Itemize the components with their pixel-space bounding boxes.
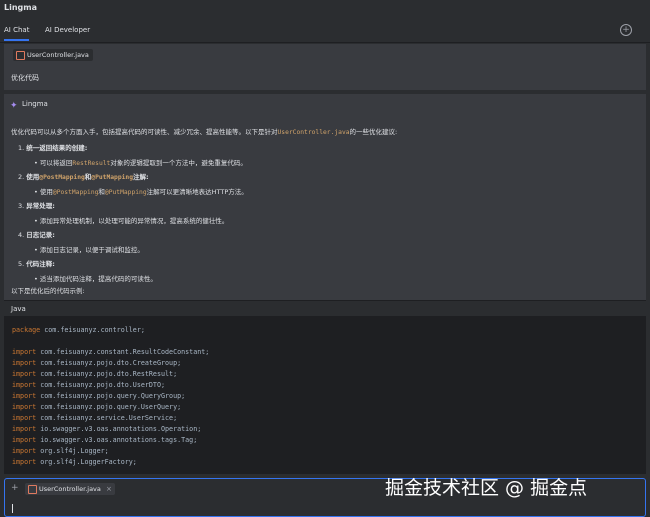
watermark: 掘金技术社区 @ 掘金点 [385, 477, 588, 499]
code-text: com.feisuanyz.pojo.dto.RestResult; [36, 370, 178, 378]
detail-text: 添加异常处理机制，以处理可能的异常情况，提高系统的健壮性。 [39, 217, 229, 225]
list-title: 代码注释: [26, 260, 55, 268]
assistant-outro: 以下是优化后的代码示例: [11, 287, 85, 295]
code-text: com.feisuanyz.pojo.query.UserQuery; [36, 403, 182, 411]
code-line: import com.feisuanyz.constant.ResultCode… [12, 348, 209, 356]
assistant-message-panel: ✦ Lingma 优化代码可以从多个方面入手，包括提高代码的可读性、减少冗余、提高… [4, 94, 646, 300]
code-keyword: import [12, 436, 37, 444]
code-text: org.slf4j.LoggerFactory; [36, 458, 137, 466]
tab-ai-chat[interactable]: AI Chat [4, 26, 30, 41]
list-item-2-title: 2. 使用@PostMapping和@PutMapping注解: [18, 171, 149, 181]
code-line: import io.swagger.v3.oas.annotations.Ope… [12, 425, 201, 433]
code-text: com.feisuanyz.controller; [40, 326, 145, 334]
code-keyword: import [12, 458, 37, 466]
code-keyword: import [12, 370, 37, 378]
list-item-3-title: 3. 异常处理: [18, 200, 55, 210]
detail-code: @PostMapping [52, 189, 99, 196]
code-line: import org.slf4j.LoggerFactory; [12, 458, 137, 466]
list-title: 日志记录: [26, 231, 55, 239]
list-title: 注解: [132, 173, 149, 181]
assistant-header: ✦ Lingma [10, 100, 48, 111]
tab-ai-developer[interactable]: AI Developer [45, 26, 90, 34]
detail-text: 对象的逻辑提取到一个方法中，避免重复代码。 [110, 159, 247, 167]
code-text: io.swagger.v3.oas.annotations.tags.Tag; [36, 436, 198, 444]
intro-code: UserController.java [277, 129, 350, 136]
intro-suffix: 的一些优化建议: [349, 128, 398, 136]
list-num: 3. [18, 202, 25, 210]
code-line: import com.feisuanyz.pojo.query.UserQuer… [12, 403, 181, 411]
list-item-2-detail: • 使用@PostMapping和@PutMapping注解可以更清晰地表达HT… [34, 188, 248, 196]
detail-text: 添加日志记录，以便于调试和监控。 [39, 246, 144, 254]
add-context-plus-icon[interactable]: + [11, 484, 19, 493]
text-caret [12, 504, 13, 513]
detail-text: 适当添加代码注释，提高代码的可读性。 [39, 275, 157, 283]
list-num: 2. [18, 173, 25, 181]
list-num: 5. [18, 260, 25, 268]
tab-bar: AI Chat AI Developer + [0, 20, 650, 43]
intro-text: 优化代码可以从多个方面入手，包括提高代码的可读性、减少冗余、提高性能等。以下是针… [11, 128, 278, 136]
title-bar: Lingma [0, 0, 650, 18]
code-keyword: import [12, 381, 37, 389]
input-file-chip-label: UserController.java [39, 485, 101, 493]
user-message-text: 优化代码 [11, 74, 39, 82]
code-text: io.swagger.v3.oas.annotations.Operation; [36, 425, 202, 433]
user-file-chip-label: UserController.java [27, 51, 89, 59]
list-num: 1. [18, 144, 25, 152]
assistant-name: Lingma [22, 100, 48, 108]
file-icon [16, 51, 25, 60]
detail-code: @PutMapping [104, 189, 147, 196]
code-keyword: import [12, 425, 37, 433]
user-message-panel: UserController.java 优化代码 [4, 44, 646, 90]
list-item-5-title: 5. 代码注释: [18, 258, 55, 268]
code-text: com.feisuanyz.constant.ResultCodeConstan… [36, 348, 210, 356]
code-text: com.feisuanyz.pojo.query.QueryGroup; [36, 392, 186, 400]
code-text: com.feisuanyz.pojo.dto.CreateGroup; [36, 359, 182, 367]
code-line: import com.feisuanyz.pojo.dto.UserDTO; [12, 381, 165, 389]
list-title: 异常处理: [26, 202, 55, 210]
code-line: import org.slf4j.Logger; [12, 447, 109, 455]
code-text: com.feisuanyz.pojo.dto.UserDTO; [36, 381, 166, 389]
code-keyword: import [12, 359, 37, 367]
code-block[interactable]: package com.feisuanyz.controller; import… [4, 316, 646, 474]
code-line: import com.feisuanyz.pojo.dto.CreateGrou… [12, 359, 181, 367]
list-item-5-detail: • 适当添加代码注释，提高代码的可读性。 [34, 275, 157, 283]
list-item-3-detail: • 添加异常处理机制，以处理可能的异常情况，提高系统的健壮性。 [34, 217, 229, 225]
detail-text: 注解可以更清晰地表达HTTP方法。 [146, 188, 248, 196]
list-title-code: @PutMapping [91, 174, 133, 181]
code-text: com.feisuanyz.service.UserService; [36, 414, 178, 422]
list-title: 统一返回结果的创建: [26, 144, 88, 152]
code-line: package com.feisuanyz.controller; [12, 326, 145, 334]
detail-text: 使用 [39, 188, 53, 196]
code-line: import com.feisuanyz.service.UserService… [12, 414, 177, 422]
code-text: org.slf4j.Logger; [36, 447, 109, 455]
code-keyword: package [12, 326, 41, 334]
code-keyword: import [12, 392, 37, 400]
list-num: 4. [18, 231, 25, 239]
remove-chip-icon[interactable]: × [106, 483, 112, 495]
code-line: import com.feisuanyz.pojo.dto.RestResult… [12, 370, 177, 378]
code-block-header: Java [4, 300, 646, 317]
user-file-chip[interactable]: UserController.java [13, 49, 93, 61]
code-keyword: import [12, 403, 37, 411]
input-file-chip[interactable]: UserController.java × [25, 483, 115, 495]
assistant-intro: 优化代码可以从多个方面入手，包括提高代码的可读性、减少冗余、提高性能等。以下是针… [11, 126, 397, 136]
list-item-4-detail: • 添加日志记录，以便于调试和监控。 [34, 246, 144, 254]
list-title: 使用 [26, 173, 40, 181]
file-icon [28, 485, 37, 494]
list-item-1-detail: • 可以将返回RestResult对象的逻辑提取到一个方法中，避免重复代码。 [34, 159, 247, 167]
list-item-1-title: 1. 统一返回结果的创建: [18, 142, 87, 152]
code-language-label: Java [11, 305, 26, 313]
code-keyword: import [12, 447, 37, 455]
app-title: Lingma [4, 3, 37, 12]
code-line: import io.swagger.v3.oas.annotations.tag… [12, 436, 197, 444]
lingma-logo-icon: ✦ [10, 101, 18, 111]
new-chat-plus-icon[interactable]: + [620, 24, 632, 36]
code-keyword: import [12, 348, 37, 356]
list-title-code: @PostMapping [39, 174, 85, 181]
list-item-4-title: 4. 日志记录: [18, 229, 55, 239]
code-line: import com.feisuanyz.pojo.query.QueryGro… [12, 392, 185, 400]
detail-text: 可以将返回 [39, 159, 73, 167]
code-keyword: import [12, 414, 37, 422]
detail-code: RestResult [72, 160, 111, 167]
